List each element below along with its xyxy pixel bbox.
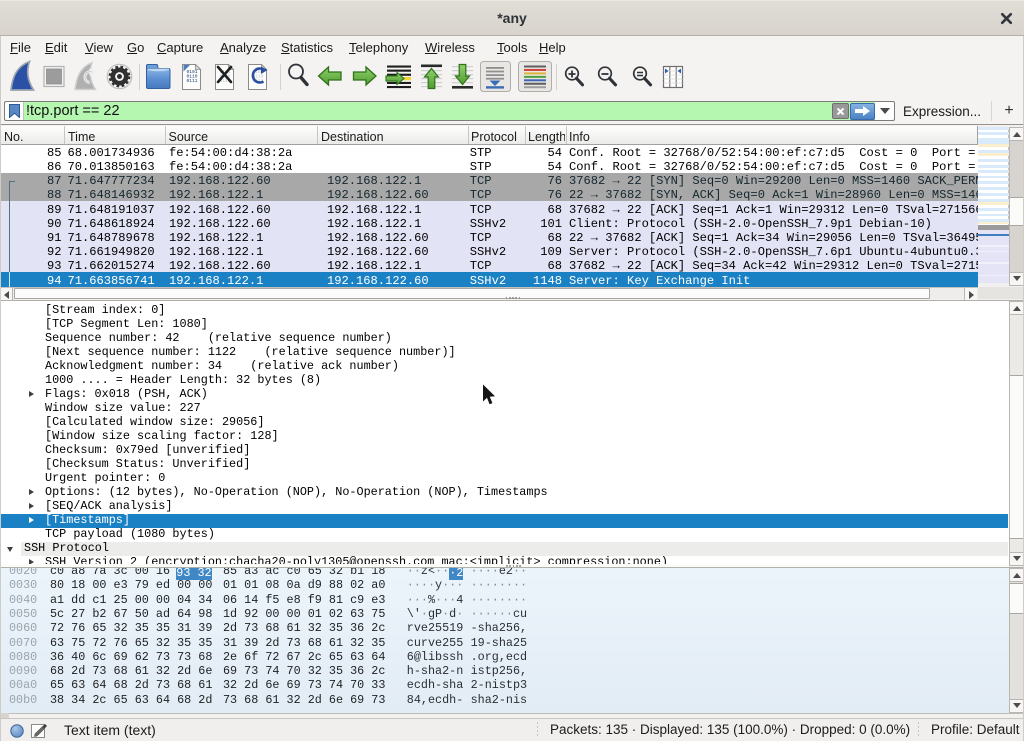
svg-text:0111: 0111: [187, 78, 198, 84]
